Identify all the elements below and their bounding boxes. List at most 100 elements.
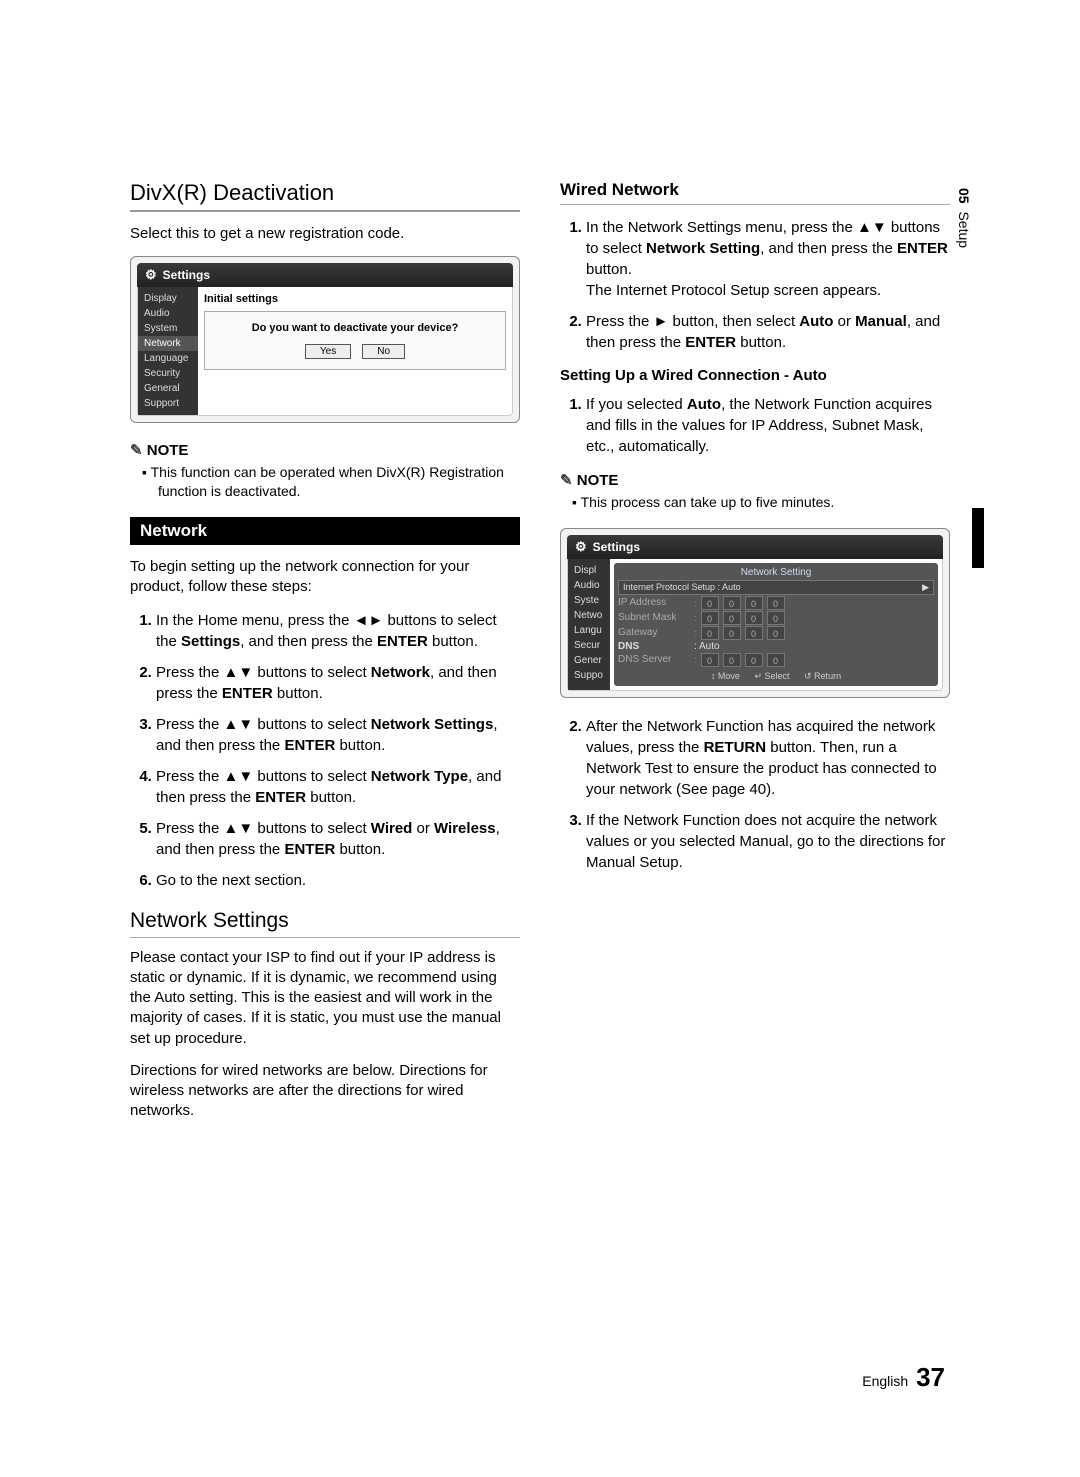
ip-octet[interactable]: 0 (723, 611, 741, 625)
ip-octet[interactable]: 0 (701, 626, 719, 640)
dropdown-label: Internet Protocol Setup : Auto (623, 582, 741, 593)
ip-label: Subnet Mask (618, 612, 690, 623)
sidebar-item[interactable]: Audio (568, 578, 610, 593)
sidebar-item[interactable]: Network (138, 336, 198, 351)
divx-heading: DivX(R) Deactivation (130, 180, 520, 212)
step-item: If the Network Function does not acquire… (586, 810, 950, 873)
step-item: In the Network Settings menu, press the … (586, 217, 950, 301)
deactivate-dialog: Do you want to deactivate your device? Y… (204, 311, 506, 370)
step-item: In the Home menu, press the ◄► buttons t… (156, 610, 520, 652)
return-hint: ↺ Return (804, 671, 841, 681)
step-item: Press the ▲▼ buttons to select Network, … (156, 662, 520, 704)
ip-octet[interactable]: 0 (767, 653, 785, 667)
footer-lang: English (862, 1373, 908, 1389)
ip-row: DNS Server:0000 (618, 653, 934, 667)
chevron-right-icon: ▶ (922, 582, 929, 593)
settings-screenshot-network: Settings DisplAudioSysteNetwoLanguSecurG… (560, 528, 950, 698)
ip-octet[interactable]: 0 (701, 653, 719, 667)
chapter-label: Setup (956, 211, 972, 248)
sidebar-item[interactable]: General (138, 381, 198, 396)
ui-title: Settings (593, 540, 640, 554)
thumb-index-mark (972, 508, 984, 568)
sidebar-item[interactable]: Audio (138, 306, 198, 321)
step-item: Press the ► button, then select Auto or … (586, 311, 950, 353)
footer-page: 37 (916, 1362, 945, 1392)
no-button[interactable]: No (362, 344, 405, 359)
sidebar-item[interactable]: Language (138, 351, 198, 366)
note-item: This function can be operated when DivX(… (158, 463, 520, 501)
auto-connection-heading: Setting Up a Wired Connection - Auto (560, 367, 950, 384)
sidebar-item[interactable]: Netwo (568, 608, 610, 623)
sidebar-item[interactable]: System (138, 321, 198, 336)
ui-sidebar: DisplayAudioSystemNetworkLanguageSecurit… (138, 287, 198, 415)
wired-steps-1: In the Network Settings menu, press the … (560, 217, 950, 353)
ui-titlebar: Settings (567, 535, 943, 559)
gear-icon (145, 267, 157, 283)
step-item: Press the ▲▼ buttons to select Wired or … (156, 818, 520, 860)
ip-octet[interactable]: 0 (745, 626, 763, 640)
ip-setup-dropdown[interactable]: Internet Protocol Setup : Auto ▶ (618, 580, 934, 595)
network-intro: To begin setting up the network connecti… (130, 557, 520, 598)
sidebar-item[interactable]: Suppo (568, 668, 610, 683)
ip-octet[interactable]: 0 (745, 653, 763, 667)
wired-network-heading: Wired Network (560, 180, 950, 205)
network-settings-p1: Please contact your ISP to find out if y… (130, 948, 520, 1049)
select-hint: ↵ Select (754, 671, 789, 681)
left-column: DivX(R) Deactivation Select this to get … (130, 180, 520, 1134)
ip-label: Gateway (618, 627, 690, 638)
ui-titlebar: Settings (137, 263, 513, 287)
sidebar-item[interactable]: Secur (568, 638, 610, 653)
step-item: Press the ▲▼ buttons to select Network T… (156, 766, 520, 808)
ip-octet[interactable]: 0 (723, 626, 741, 640)
step-item: Press the ▲▼ buttons to select Network S… (156, 714, 520, 756)
sidebar-item[interactable]: Security (138, 366, 198, 381)
settings-screenshot-divx: Settings DisplayAudioSystemNetworkLangua… (130, 256, 520, 423)
note-heading: NOTE (130, 441, 520, 459)
ip-label: DNS Server (618, 654, 690, 665)
dialog-question: Do you want to deactivate your device? (213, 322, 497, 334)
auto-step-1: If you selected Auto, the Network Functi… (586, 394, 950, 457)
panel-footer-hints: ↕ Move ↵ Select ↺ Return (618, 671, 934, 682)
sidebar-item[interactable]: Syste (568, 593, 610, 608)
sidebar-item[interactable]: Support (138, 396, 198, 411)
ip-octet[interactable]: 0 (767, 596, 785, 610)
sidebar-item[interactable]: Displ (568, 563, 610, 578)
wired-steps-continued: After the Network Function has acquired … (560, 716, 950, 873)
gear-icon (575, 539, 587, 555)
right-column: Wired Network In the Network Settings me… (560, 180, 950, 1134)
ui-title: Settings (163, 268, 210, 282)
ip-octet[interactable]: 0 (701, 596, 719, 610)
note-heading-right: NOTE (560, 471, 950, 489)
step-item: After the Network Function has acquired … (586, 716, 950, 800)
ip-octet[interactable]: 0 (745, 596, 763, 610)
ui-sidebar: DisplAudioSysteNetwoLanguSecurGenerSuppo (568, 559, 610, 690)
ip-row: Subnet Mask:0000 (618, 611, 934, 625)
ip-octet[interactable]: 0 (723, 596, 741, 610)
ip-octet[interactable]: 0 (767, 611, 785, 625)
ip-octet[interactable]: 0 (701, 611, 719, 625)
sidebar-item[interactable]: Display (138, 291, 198, 306)
ip-row: Gateway:0000 (618, 626, 934, 640)
chapter-tab: 05 Setup (956, 188, 972, 248)
ui-main-title: Initial settings (204, 293, 506, 305)
ip-row: IP Address:0000 (618, 596, 934, 610)
page-footer: English 37 (862, 1362, 945, 1393)
dns-value: : Auto (694, 641, 720, 652)
ip-label: IP Address (618, 597, 690, 608)
panel-title: Network Setting (618, 567, 934, 578)
note-item-right: This process can take up to five minutes… (588, 493, 950, 512)
divx-intro: Select this to get a new registration co… (130, 224, 520, 244)
ip-octet[interactable]: 0 (767, 626, 785, 640)
dns-label: DNS (618, 641, 690, 652)
ip-octet[interactable]: 0 (745, 611, 763, 625)
network-settings-p2: Directions for wired networks are below.… (130, 1061, 520, 1122)
ip-octet[interactable]: 0 (723, 653, 741, 667)
network-section-bar: Network (130, 517, 520, 545)
sidebar-item[interactable]: Langu (568, 623, 610, 638)
network-steps: In the Home menu, press the ◄► buttons t… (130, 610, 520, 891)
wired-auto-step1: If you selected Auto, the Network Functi… (560, 394, 950, 457)
yes-button[interactable]: Yes (305, 344, 351, 359)
sidebar-item[interactable]: Gener (568, 653, 610, 668)
network-setting-panel: Network Setting Internet Protocol Setup … (614, 563, 938, 686)
step-item: Go to the next section. (156, 870, 520, 891)
